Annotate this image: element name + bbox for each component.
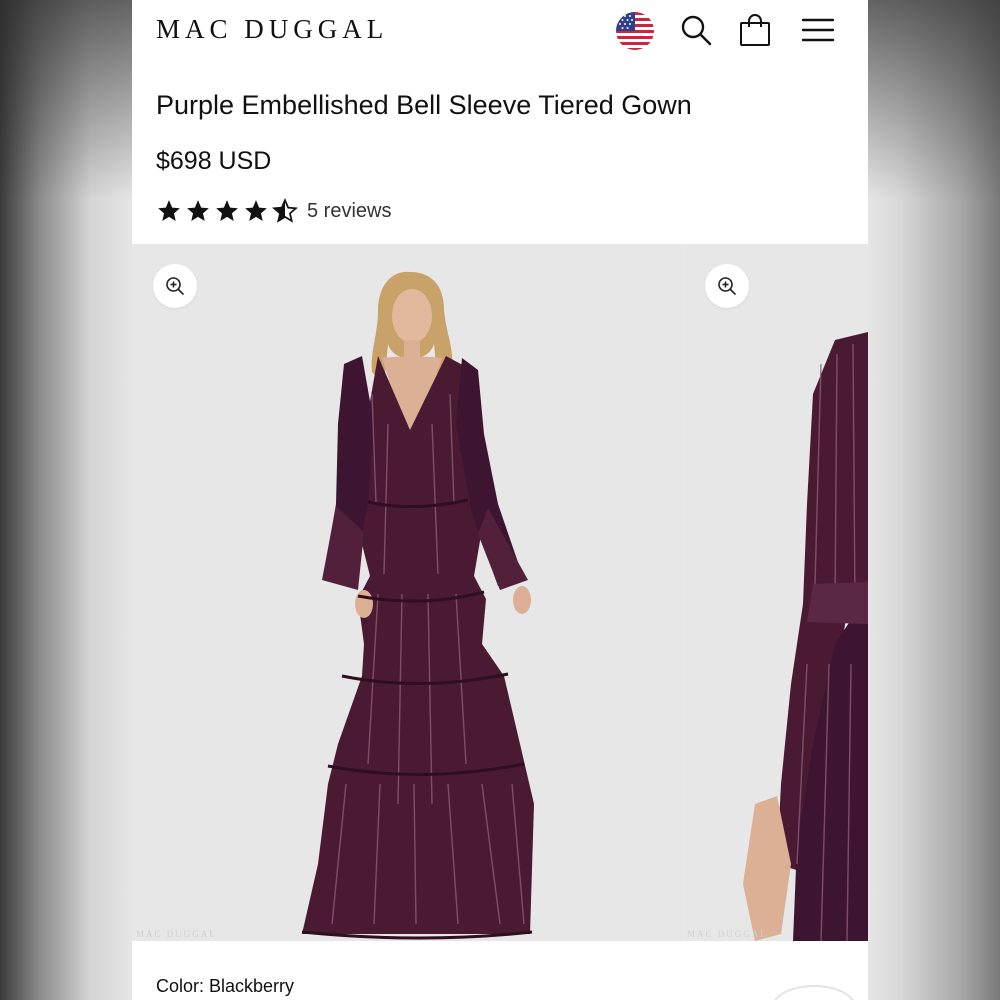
- product-price: $698 USD: [156, 147, 272, 175]
- menu-icon[interactable]: [800, 12, 836, 48]
- site-header: MAC DUGGAL: [132, 0, 868, 62]
- zoom-in-icon[interactable]: [705, 264, 749, 308]
- star-full-icon: [187, 200, 209, 221]
- star-half-icon: [272, 198, 298, 223]
- image-watermark: MAC DUGGAL: [687, 929, 768, 939]
- color-selection: Color: Blackberry: [156, 976, 294, 997]
- star-full-icon: [158, 200, 180, 221]
- product-title: Purple Embellished Bell Sleeve Tiered Go…: [156, 90, 692, 120]
- brand-logo[interactable]: MAC DUGGAL: [156, 14, 388, 45]
- star-full-icon: [216, 200, 238, 221]
- product-image-gallery[interactable]: MAC DUGGAL MAC DUGGAL: [132, 244, 868, 941]
- us-flag-icon[interactable]: [616, 12, 654, 50]
- search-icon[interactable]: [678, 12, 714, 48]
- image-watermark: MAC DUGGAL: [136, 929, 217, 939]
- color-label: Color:: [156, 976, 205, 996]
- product-page: MAC DUGGAL Purple Embellished Bell Sleev…: [132, 0, 868, 1000]
- color-value: Blackberry: [209, 976, 295, 996]
- star-full-icon: [245, 200, 267, 221]
- reviews-link[interactable]: 5 reviews: [307, 200, 391, 223]
- background-shadow-left: [0, 0, 132, 200]
- product-image-2[interactable]: MAC DUGGAL: [685, 244, 868, 941]
- product-image-1[interactable]: MAC DUGGAL: [132, 244, 683, 941]
- shopping-bag-icon[interactable]: [737, 12, 773, 48]
- model-in-gown-image: [132, 244, 683, 941]
- floating-button-edge[interactable]: [772, 985, 856, 1000]
- gown-closeup-image: [685, 244, 868, 941]
- zoom-in-icon[interactable]: [153, 264, 197, 308]
- background-shadow-right: [868, 0, 1000, 200]
- product-rating[interactable]: 5 reviews: [156, 196, 391, 226]
